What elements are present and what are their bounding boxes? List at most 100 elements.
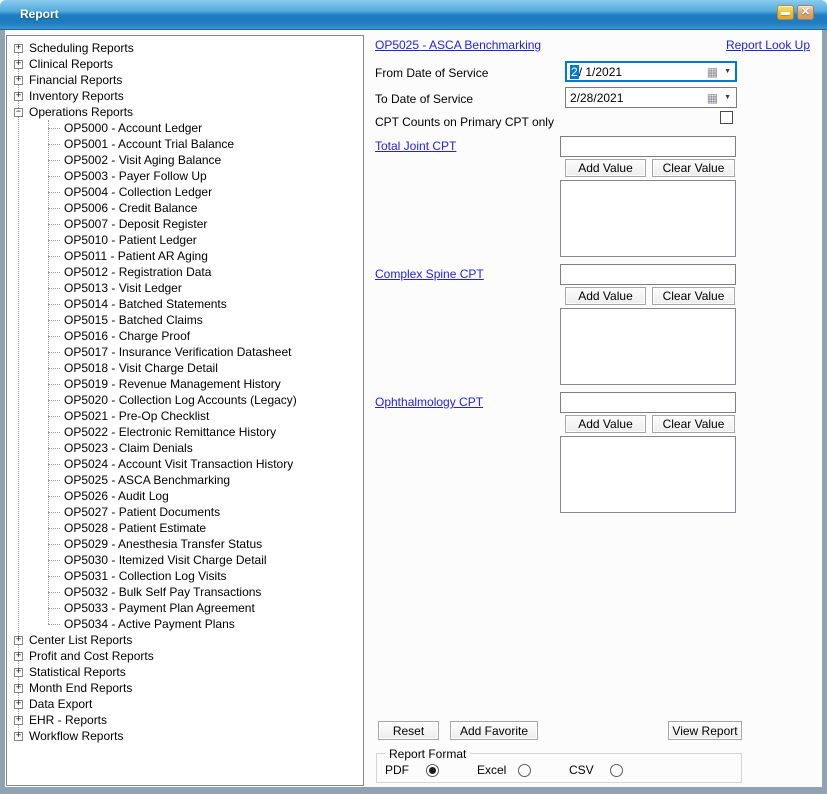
cpt-list-box[interactable] <box>560 308 736 385</box>
report-tree-panel[interactable]: + Scheduling Reports + Clinical Reports … <box>6 35 364 786</box>
tree-item[interactable]: + Financial Reports <box>7 72 363 88</box>
tree-item-label: Clinical Reports <box>29 57 113 71</box>
add-value-button[interactable]: Add Value <box>565 287 646 305</box>
tree-item[interactable]: OP5034 - Active Payment Plans <box>7 616 363 632</box>
tree-connector <box>48 304 60 305</box>
tree-expand-icon[interactable]: + <box>14 668 23 677</box>
tree-item-label: Center List Reports <box>29 633 132 647</box>
tree-item-label: OP5013 - Visit Ledger <box>64 281 182 295</box>
tree-item-label: OP5004 - Collection Ledger <box>64 185 212 199</box>
cpt-value-input[interactable] <box>560 264 736 285</box>
tree-item-label: Scheduling Reports <box>29 41 134 55</box>
tree-item[interactable]: OP5028 - Patient Estimate <box>7 520 363 536</box>
format-radio-button[interactable] <box>610 764 623 777</box>
tree-item[interactable]: OP5000 - Account Ledger <box>7 120 363 136</box>
tree-item[interactable]: OP5030 - Itemized Visit Charge Detail <box>7 552 363 568</box>
clear-value-button[interactable]: Clear Value <box>652 287 735 305</box>
tree-item[interactable]: OP5019 - Revenue Management History <box>7 376 363 392</box>
tree-item[interactable]: OP5018 - Visit Charge Detail <box>7 360 363 376</box>
reset-button[interactable]: Reset <box>378 721 439 740</box>
view-report-button[interactable]: View Report <box>668 721 742 740</box>
tree-item[interactable]: OP5023 - Claim Denials <box>7 440 363 456</box>
tree-item[interactable]: + Workflow Reports <box>7 728 363 744</box>
cpt-section-link[interactable]: Total Joint CPT <box>375 139 456 153</box>
cpt-value-input[interactable] <box>560 136 736 157</box>
tree-connector <box>48 208 60 209</box>
tree-item[interactable]: OP5012 - Registration Data <box>7 264 363 280</box>
tree-item[interactable]: + Inventory Reports <box>7 88 363 104</box>
tree-item-label: OP5032 - Bulk Self Pay Transactions <box>64 585 261 599</box>
tree-item[interactable]: + Center List Reports <box>7 632 363 648</box>
tree-item[interactable]: + Statistical Reports <box>7 664 363 680</box>
tree-item-label: Month End Reports <box>29 681 132 695</box>
format-radio-button[interactable] <box>518 764 531 777</box>
cpt-list-box[interactable] <box>560 436 736 513</box>
tree-item[interactable]: OP5004 - Collection Ledger <box>7 184 363 200</box>
tree-expand-icon[interactable]: + <box>14 700 23 709</box>
tree-expand-icon[interactable]: + <box>14 652 23 661</box>
tree-item[interactable]: OP5014 - Batched Statements <box>7 296 363 312</box>
format-option-label: Excel <box>471 763 518 777</box>
tree-item[interactable]: OP5027 - Patient Documents <box>7 504 363 520</box>
close-button[interactable]: ✕ <box>797 5 814 20</box>
tree-item[interactable]: OP5029 - Anesthesia Transfer Status <box>7 536 363 552</box>
tree-item[interactable]: + Scheduling Reports <box>7 40 363 56</box>
tree-item[interactable]: OP5032 - Bulk Self Pay Transactions <box>7 584 363 600</box>
tree-item[interactable]: OP5016 - Charge Proof <box>7 328 363 344</box>
tree-item[interactable]: OP5026 - Audit Log <box>7 488 363 504</box>
tree-item[interactable]: + Clinical Reports <box>7 56 363 72</box>
clear-value-button[interactable]: Clear Value <box>652 159 735 177</box>
tree-item[interactable]: OP5025 - ASCA Benchmarking <box>7 472 363 488</box>
tree-item[interactable]: OP5021 - Pre-Op Checklist <box>7 408 363 424</box>
tree-expand-icon[interactable]: + <box>14 684 23 693</box>
tree-item[interactable]: OP5022 - Electronic Remittance History <box>7 424 363 440</box>
add-value-button[interactable]: Add Value <box>565 415 646 433</box>
tree-item-label: OP5023 - Claim Denials <box>64 441 193 455</box>
add-value-button[interactable]: Add Value <box>565 159 646 177</box>
tree-item[interactable]: OP5006 - Credit Balance <box>7 200 363 216</box>
tree-connector <box>48 528 60 529</box>
tree-item[interactable]: OP5017 - Insurance Verification Datashee… <box>7 344 363 360</box>
tree-item[interactable]: − Operations Reports <box>7 104 363 120</box>
tree-item[interactable]: OP5020 - Collection Log Accounts (Legacy… <box>7 392 363 408</box>
tree-item[interactable]: OP5007 - Deposit Register <box>7 216 363 232</box>
add-favorite-button[interactable]: Add Favorite <box>450 721 538 740</box>
tree-expand-icon[interactable]: + <box>14 732 23 741</box>
tree-expand-icon[interactable]: + <box>14 76 23 85</box>
format-radio-button[interactable] <box>426 764 439 777</box>
tree-item[interactable]: OP5003 - Payer Follow Up <box>7 168 363 184</box>
clear-value-button[interactable]: Clear Value <box>652 415 735 433</box>
tree-expand-icon[interactable]: + <box>14 44 23 53</box>
tree-expand-icon[interactable]: + <box>14 716 23 725</box>
tree-item[interactable]: OP5031 - Collection Log Visits <box>7 568 363 584</box>
tree-item[interactable]: OP5002 - Visit Aging Balance <box>7 152 363 168</box>
tree-item[interactable]: + Profit and Cost Reports <box>7 648 363 664</box>
cpt-list-box[interactable] <box>560 180 736 257</box>
minimize-button[interactable] <box>777 5 794 20</box>
tree-item-label: Workflow Reports <box>29 729 123 743</box>
cpt-section-link[interactable]: Complex Spine CPT <box>375 267 484 281</box>
tree-item[interactable]: OP5024 - Account Visit Transaction Histo… <box>7 456 363 472</box>
tree-item[interactable]: OP5001 - Account Trial Balance <box>7 136 363 152</box>
tree-item-label: OP5017 - Insurance Verification Datashee… <box>64 345 291 359</box>
tree-connector <box>48 176 60 177</box>
title-bar[interactable]: Report ✕ <box>0 0 827 30</box>
tree-item[interactable]: OP5015 - Batched Claims <box>7 312 363 328</box>
tree-item[interactable]: + Data Export <box>7 696 363 712</box>
tree-item[interactable]: OP5013 - Visit Ledger <box>7 280 363 296</box>
tree-connector <box>48 512 60 513</box>
tree-item[interactable]: OP5010 - Patient Ledger <box>7 232 363 248</box>
tree-item[interactable]: + Month End Reports <box>7 680 363 696</box>
tree-expand-icon[interactable]: + <box>14 92 23 101</box>
tree-item[interactable]: OP5011 - Patient AR Aging <box>7 248 363 264</box>
tree-expand-icon[interactable]: + <box>14 636 23 645</box>
tree-expand-icon[interactable]: + <box>14 60 23 69</box>
tree-item[interactable]: + EHR - Reports <box>7 712 363 728</box>
tree-item-label: OP5000 - Account Ledger <box>64 121 202 135</box>
tree-expand-icon[interactable]: − <box>14 108 23 117</box>
cpt-value-input[interactable] <box>560 392 736 413</box>
tree-item-label: OP5014 - Batched Statements <box>64 297 227 311</box>
cpt-section-link[interactable]: Ophthalmology CPT <box>375 395 483 409</box>
cpt-section: Complex Spine CPT Add Value Clear Value <box>370 260 822 387</box>
tree-item[interactable]: OP5033 - Payment Plan Agreement <box>7 600 363 616</box>
